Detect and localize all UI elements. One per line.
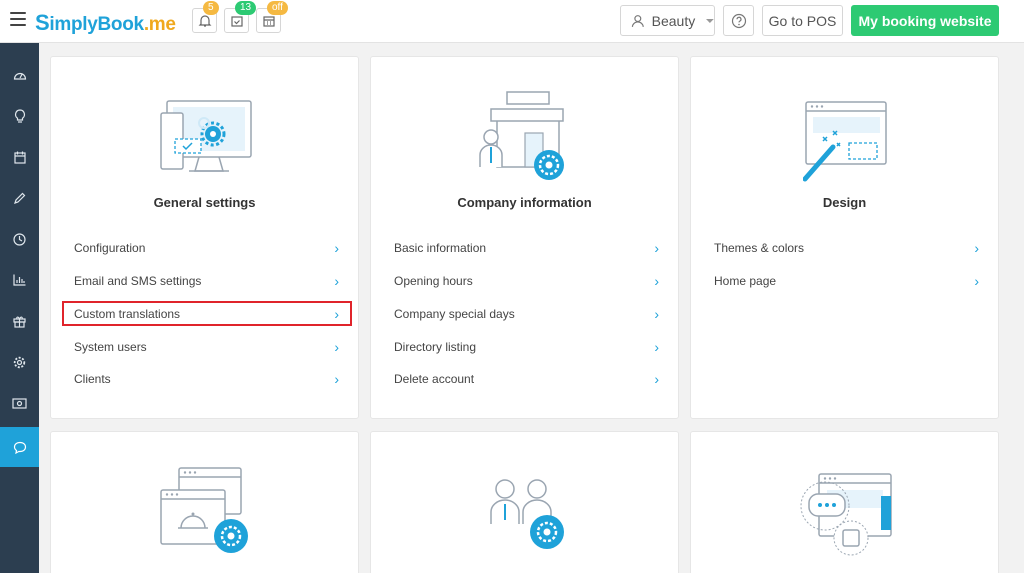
menu-item-label: Opening hours	[394, 274, 473, 288]
card-title: Design	[822, 195, 867, 210]
storefront-icon	[479, 91, 564, 180]
card-design: Design Themes & colors › Home page ›	[690, 56, 999, 419]
sidebar-item-payments[interactable]	[0, 383, 39, 423]
chat-icon	[13, 441, 26, 454]
menu-item-configuration[interactable]: Configuration ›	[74, 237, 339, 259]
sidebar-item-history[interactable]	[0, 219, 39, 259]
menu-item-company-special-days[interactable]: Company special days ›	[394, 303, 659, 325]
dashboard-icon	[13, 72, 26, 80]
sidebar-item-gifts[interactable]	[0, 301, 39, 341]
menu-item-home-page[interactable]: Home page ›	[714, 270, 979, 292]
card-general-settings: General settings Configuration › Email an…	[50, 56, 359, 419]
menu-item-themes-colors[interactable]: Themes & colors ›	[714, 237, 979, 259]
menu-item-opening-hours[interactable]: Opening hours ›	[394, 270, 659, 292]
sidebar-item-edit[interactable]	[0, 178, 39, 218]
sidebar-item-dashboard[interactable]	[0, 55, 39, 95]
menu-item-label: System users	[74, 340, 147, 354]
logo-first-letter: S	[35, 10, 50, 35]
menu-item-label: Email and SMS settings	[74, 274, 202, 288]
chevron-right-icon: ›	[334, 371, 339, 387]
chevron-right-icon: ›	[654, 273, 659, 289]
card-company-information: Company information Basic information › O…	[370, 56, 679, 419]
sidebar-item-reports[interactable]	[0, 260, 39, 300]
monitor-settings-icon	[160, 100, 252, 172]
menu-item-label: Configuration	[74, 241, 146, 255]
sidebar	[0, 43, 39, 573]
chevron-right-icon: ›	[974, 240, 979, 256]
caret-down-icon	[706, 18, 714, 23]
chevron-right-icon: ›	[334, 339, 339, 355]
menu-item-clients[interactable]: Clients ›	[74, 368, 339, 390]
sidebar-item-chat[interactable]	[0, 427, 39, 467]
calendar-check-icon	[230, 15, 243, 27]
calendar-badge: off	[267, 1, 288, 15]
menu-item-label: Basic information	[394, 241, 487, 255]
menu-item-delete-account[interactable]: Delete account ›	[394, 368, 659, 390]
card-title: Company information	[457, 195, 592, 210]
menu-item-directory-listing[interactable]: Directory listing ›	[394, 336, 659, 358]
chevron-right-icon: ›	[654, 306, 659, 322]
sidebar-item-ideas[interactable]	[0, 96, 39, 136]
staff-settings-icon	[490, 479, 564, 549]
highlight-box	[62, 301, 352, 326]
go-to-pos-button[interactable]: Go to POS	[762, 5, 843, 36]
chevron-right-icon: ›	[654, 240, 659, 256]
hamburger-menu-icon[interactable]	[10, 12, 26, 26]
chevron-right-icon: ›	[334, 273, 339, 289]
sidebar-item-settings[interactable]	[0, 342, 39, 382]
question-icon	[731, 13, 746, 28]
menu-item-email-sms-settings[interactable]: Email and SMS settings ›	[74, 270, 339, 292]
idea-icon	[14, 109, 25, 123]
logo-text: implyBook	[49, 14, 144, 35]
bookings-badge: 13	[235, 1, 257, 15]
menu-item-system-users[interactable]: System users ›	[74, 336, 339, 358]
sidebar-item-calendar[interactable]	[0, 137, 39, 177]
company-select[interactable]: Beauty	[620, 5, 715, 36]
my-booking-website-button[interactable]: My booking website	[851, 5, 999, 36]
chevron-right-icon: ›	[974, 273, 979, 289]
card-services	[50, 431, 359, 573]
calendar-sync-button[interactable]: off	[256, 1, 288, 33]
design-wand-icon	[803, 101, 887, 182]
service-windows-icon	[160, 467, 248, 553]
notifications-badge: 5	[203, 1, 219, 15]
menu-item-label: Directory listing	[394, 340, 477, 354]
card-notifications	[690, 431, 999, 573]
gear-icon	[13, 356, 26, 368]
calendar-icon	[13, 151, 26, 164]
card-title: General settings	[153, 195, 256, 210]
company-select-label: Beauty	[651, 12, 696, 29]
money-icon	[12, 397, 27, 409]
logo[interactable]: SimplyBook.me	[35, 10, 176, 36]
messages-calendar-icon	[800, 473, 892, 556]
help-button[interactable]	[723, 5, 754, 36]
logo-ext: .me	[143, 14, 176, 35]
clock-icon	[13, 232, 26, 246]
top-bar: SimplyBook.me 5 13 off Beauty Go to POS …	[0, 0, 1024, 43]
chevron-right-icon: ›	[654, 371, 659, 387]
menu-item-label: Clients	[74, 372, 111, 386]
user-icon	[631, 14, 644, 27]
menu-item-label: Delete account	[394, 372, 475, 386]
pencil-icon	[14, 192, 26, 204]
calendar-icon	[262, 15, 275, 27]
bell-icon	[198, 14, 211, 27]
menu-item-basic-information[interactable]: Basic information ›	[394, 237, 659, 259]
card-providers	[370, 431, 679, 573]
gift-icon	[13, 316, 26, 328]
bookings-button[interactable]: 13	[224, 1, 257, 33]
notifications-button[interactable]: 5	[192, 1, 219, 33]
chart-icon	[13, 274, 26, 286]
chevron-right-icon: ›	[654, 339, 659, 355]
chevron-right-icon: ›	[334, 240, 339, 256]
menu-item-label: Home page	[714, 274, 777, 288]
menu-item-label: Company special days	[394, 307, 515, 321]
menu-item-label: Themes & colors	[714, 241, 805, 255]
